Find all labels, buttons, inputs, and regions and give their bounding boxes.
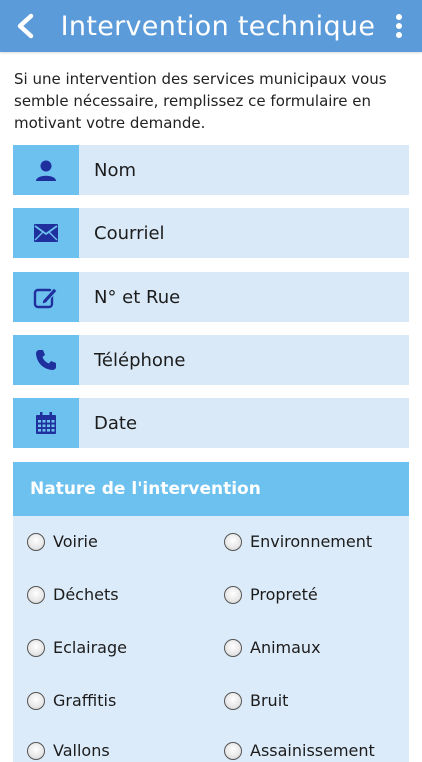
- radio-label: Déchets: [53, 585, 119, 604]
- phone-field-label: Téléphone: [94, 349, 186, 371]
- mail-icon: [34, 224, 58, 242]
- radio-label: Environnement: [250, 532, 373, 551]
- street-field[interactable]: N° et Rue: [13, 272, 409, 322]
- nature-section: Nature de l'intervention Voirie Environn…: [13, 462, 409, 762]
- radio-label: Eclairage: [53, 638, 127, 657]
- street-field-label: N° et Rue: [94, 286, 181, 308]
- calendar-icon: [36, 412, 56, 434]
- radio-option-assainissement[interactable]: Assainissement: [224, 741, 375, 760]
- radio-option-dechets[interactable]: Déchets: [27, 585, 119, 604]
- radio-option-vallons[interactable]: Vallons: [27, 741, 110, 760]
- radio-button[interactable]: [224, 638, 242, 657]
- radio-button[interactable]: [27, 585, 45, 604]
- back-button[interactable]: [0, 0, 51, 52]
- calendar-icon-box: [13, 398, 79, 448]
- name-field[interactable]: Nom: [13, 145, 409, 195]
- radio-option-graffitis[interactable]: Graffitis: [27, 691, 116, 710]
- app-bar: Intervention technique: [0, 0, 422, 52]
- edit-icon: [33, 287, 58, 309]
- more-vert-icon: [395, 14, 402, 38]
- phone-icon-box: [13, 335, 79, 385]
- email-field[interactable]: Courriel: [13, 208, 409, 258]
- radio-button[interactable]: [224, 691, 242, 710]
- user-icon: [36, 160, 56, 181]
- radio-button[interactable]: [224, 741, 242, 760]
- radio-button[interactable]: [27, 638, 45, 657]
- radio-label: Assainissement: [250, 741, 375, 760]
- radio-option-eclairage[interactable]: Eclairage: [27, 638, 127, 657]
- radio-option-environnement[interactable]: Environnement: [224, 532, 372, 551]
- phone-field[interactable]: Téléphone: [13, 335, 409, 385]
- overflow-menu-button[interactable]: [375, 0, 422, 52]
- radio-button[interactable]: [224, 585, 242, 604]
- radio-option-voirie[interactable]: Voirie: [27, 532, 98, 551]
- radio-label: Animaux: [250, 638, 321, 657]
- mail-icon-box: [13, 208, 79, 258]
- phone-icon: [36, 350, 56, 370]
- radio-button[interactable]: [27, 741, 45, 760]
- nature-section-title: Nature de l'intervention: [13, 462, 409, 516]
- radio-label: Bruit: [250, 691, 289, 710]
- radio-label: Graffitis: [53, 691, 117, 710]
- radio-label: Vallons: [53, 741, 110, 760]
- radio-option-bruit[interactable]: Bruit: [224, 691, 288, 710]
- chevron-left-icon: [18, 13, 34, 39]
- radio-option-animaux[interactable]: Animaux: [224, 638, 321, 657]
- edit-icon-box: [13, 272, 79, 322]
- radio-label: Propreté: [250, 585, 318, 604]
- radio-button[interactable]: [27, 532, 45, 551]
- page-title: Intervention technique: [60, 10, 376, 42]
- name-field-label: Nom: [94, 159, 137, 181]
- date-field-label: Date: [94, 412, 138, 434]
- intro-text: Si une intervention des services municip…: [14, 70, 387, 132]
- user-icon-box: [13, 145, 79, 195]
- radio-option-proprete[interactable]: Propreté: [224, 585, 318, 604]
- radio-label: Voirie: [53, 532, 98, 551]
- date-field[interactable]: Date: [13, 398, 409, 448]
- email-field-label: Courriel: [94, 222, 165, 244]
- radio-button[interactable]: [27, 691, 45, 710]
- radio-button[interactable]: [224, 532, 242, 551]
